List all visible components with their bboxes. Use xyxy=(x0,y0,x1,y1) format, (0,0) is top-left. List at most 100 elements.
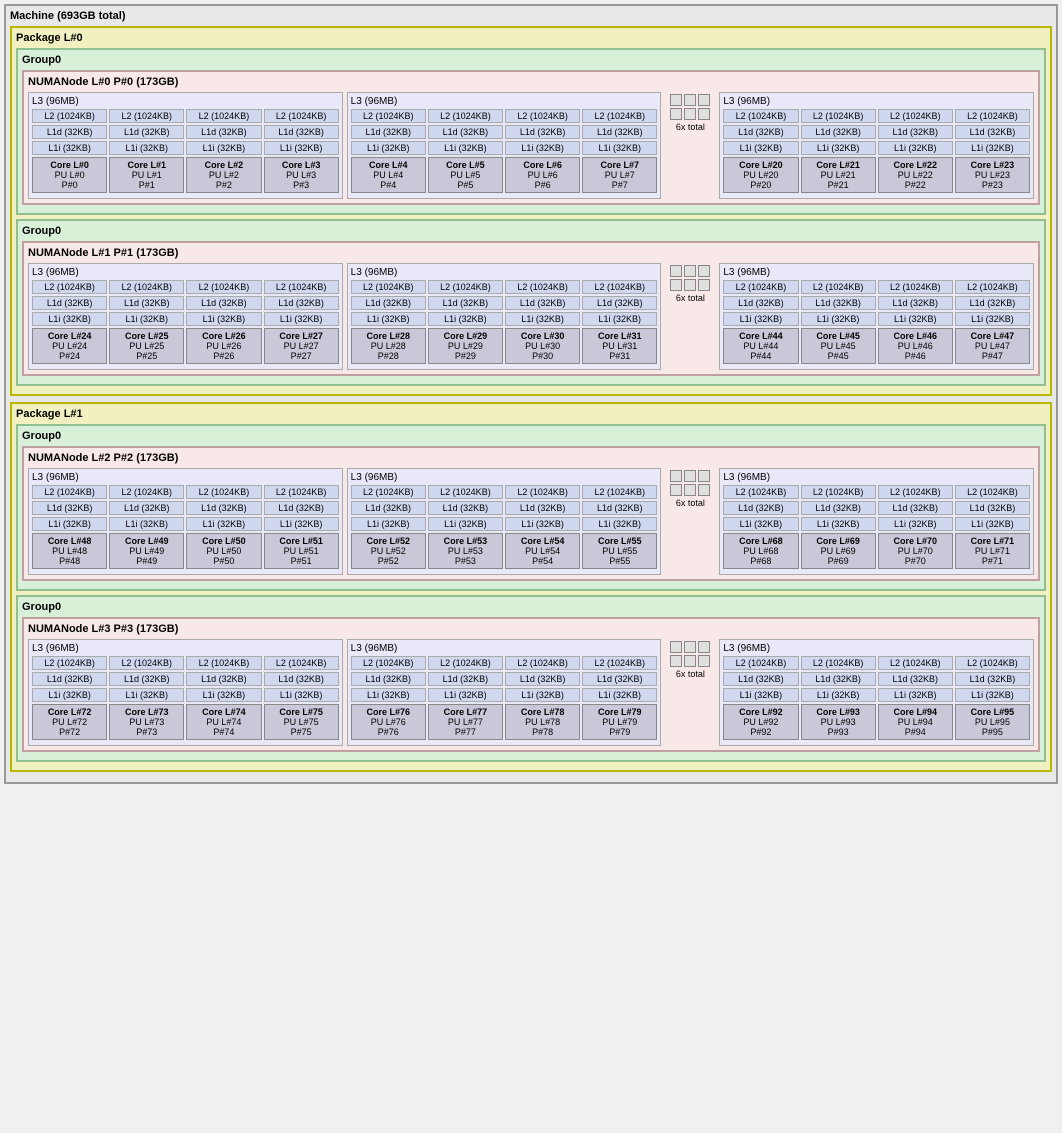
l1d-cache: L1d (32KB) xyxy=(109,672,184,686)
core-box: Core L#7PU L#7P#7 xyxy=(582,157,657,193)
core-box: Core L#31PU L#31P#31 xyxy=(582,328,657,364)
l1i-cache: L1i (32KB) xyxy=(351,517,426,531)
l3-right-0-title: L3 (96MB) xyxy=(723,96,1030,107)
numa-node-3-title: NUMANode L#3 P#3 (173GB) xyxy=(28,623,1034,635)
l1i-cache: L1i (32KB) xyxy=(351,141,426,155)
small-box xyxy=(684,279,696,291)
l2-cache: L2 (1024KB) xyxy=(186,280,261,294)
l1d-cache: L1d (32KB) xyxy=(264,672,339,686)
group-1-1: Group0 NUMANode L#3 P#3 (173GB) L3 (96MB… xyxy=(16,595,1046,762)
l1i-cache: L1i (32KB) xyxy=(186,312,261,326)
l1d-cache: L1d (32KB) xyxy=(264,501,339,515)
l3-left-3-title: L3 (96MB) xyxy=(32,643,339,654)
six-total-label: 6x total xyxy=(676,669,705,679)
l2-cache: L2 (1024KB) xyxy=(801,485,876,499)
numa-node-0-title: NUMANode L#0 P#0 (173GB) xyxy=(28,76,1034,88)
l1i-cache: L1i (32KB) xyxy=(264,688,339,702)
core-box: Core L#72PU L#72P#72 xyxy=(32,704,107,740)
l1i-cache: L1i (32KB) xyxy=(109,312,184,326)
l3-right-2: L3 (96MB) L2 (1024KB) L2 (1024KB) L2 (10… xyxy=(719,468,1034,575)
core-box: Core L#48PU L#48P#48 xyxy=(32,533,107,569)
machine-title: Machine (693GB total) xyxy=(10,10,1052,22)
package-1-title: Package L#1 xyxy=(16,408,1046,420)
l2-cache: L2 (1024KB) xyxy=(723,656,798,670)
l3-mid-1-title: L3 (96MB) xyxy=(351,267,658,278)
l1d-cache: L1d (32KB) xyxy=(505,125,580,139)
l2-cache: L2 (1024KB) xyxy=(351,656,426,670)
l2-cache: L2 (1024KB) xyxy=(109,485,184,499)
core-box: Core L#94PU L#94P#94 xyxy=(878,704,953,740)
small-box xyxy=(684,484,696,496)
l1d-cache: L1d (32KB) xyxy=(351,125,426,139)
package-0-title: Package L#0 xyxy=(16,32,1046,44)
core-box: Core L#2PU L#2P#2 xyxy=(186,157,261,193)
l3-mid-0-title: L3 (96MB) xyxy=(351,96,658,107)
l1i-cache: L1i (32KB) xyxy=(878,517,953,531)
l3-mid-2-title: L3 (96MB) xyxy=(351,472,658,483)
core-box: Core L#27PU L#27P#27 xyxy=(264,328,339,364)
l1i-cache: L1i (32KB) xyxy=(582,141,657,155)
l1d-cache: L1d (32KB) xyxy=(109,125,184,139)
l1i-cache: L1i (32KB) xyxy=(801,517,876,531)
core-box: Core L#44PU L#44P#44 xyxy=(723,328,798,364)
l2-cache: L2 (1024KB) xyxy=(428,109,503,123)
numa-node-2: NUMANode L#2 P#2 (173GB) L3 (96MB) L2 (1… xyxy=(22,446,1040,581)
core-box: Core L#28PU L#28P#28 xyxy=(351,328,426,364)
l1d-cache: L1d (32KB) xyxy=(582,125,657,139)
l2-cache: L2 (1024KB) xyxy=(32,656,107,670)
core-box: Core L#22PU L#22P#22 xyxy=(878,157,953,193)
l1i-cache: L1i (32KB) xyxy=(723,312,798,326)
l2-cache: L2 (1024KB) xyxy=(505,485,580,499)
l2-cache: L2 (1024KB) xyxy=(582,280,657,294)
l2-cache: L2 (1024KB) xyxy=(505,109,580,123)
l3-mid-0: L3 (96MB) L2 (1024KB) L2 (1024KB) L2 (10… xyxy=(347,92,662,199)
core-box: Core L#77PU L#77P#77 xyxy=(428,704,503,740)
l3-left-1: L3 (96MB) L2 (1024KB) L2 (1024KB) L2 (10… xyxy=(28,263,343,370)
l1d-cache: L1d (32KB) xyxy=(186,501,261,515)
l1i-cache: L1i (32KB) xyxy=(109,141,184,155)
core-box: Core L#78PU L#78P#78 xyxy=(505,704,580,740)
group-0-0: Group0 NUMANode L#0 P#0 (173GB) L3 (96MB… xyxy=(16,48,1046,215)
l1i-cache: L1i (32KB) xyxy=(723,688,798,702)
l1d-cache: L1d (32KB) xyxy=(801,125,876,139)
l2-cache: L2 (1024KB) xyxy=(109,109,184,123)
core-box: Core L#6PU L#6P#6 xyxy=(505,157,580,193)
l2-cache: L2 (1024KB) xyxy=(505,656,580,670)
l2-cache: L2 (1024KB) xyxy=(32,109,107,123)
l2-cache: L2 (1024KB) xyxy=(264,485,339,499)
l1i-cache: L1i (32KB) xyxy=(582,688,657,702)
l1d-cache: L1d (32KB) xyxy=(32,296,107,310)
l2-cache: L2 (1024KB) xyxy=(955,656,1030,670)
numa-node-2-title: NUMANode L#2 P#2 (173GB) xyxy=(28,452,1034,464)
core-box: Core L#47PU L#47P#47 xyxy=(955,328,1030,364)
core-box: Core L#68PU L#68P#68 xyxy=(723,533,798,569)
core-box: Core L#92PU L#92P#92 xyxy=(723,704,798,740)
six-boxes xyxy=(670,641,710,667)
l1d-cache: L1d (32KB) xyxy=(723,125,798,139)
l2-cache: L2 (1024KB) xyxy=(878,485,953,499)
small-box xyxy=(698,484,710,496)
l1d-cache: L1d (32KB) xyxy=(878,501,953,515)
l1i-cache: L1i (32KB) xyxy=(264,517,339,531)
core-box: Core L#20PU L#20P#20 xyxy=(723,157,798,193)
core-box: Core L#52PU L#52P#52 xyxy=(351,533,426,569)
core-box: Core L#70PU L#70P#70 xyxy=(878,533,953,569)
l2-cache: L2 (1024KB) xyxy=(264,109,339,123)
l3-mid-3: L3 (96MB) L2 (1024KB) L2 (1024KB) L2 (10… xyxy=(347,639,662,746)
small-box xyxy=(670,641,682,653)
l2-cache: L2 (1024KB) xyxy=(428,280,503,294)
l1d-cache: L1d (32KB) xyxy=(801,501,876,515)
small-box xyxy=(670,470,682,482)
l1i-cache: L1i (32KB) xyxy=(351,688,426,702)
l3-right-0: L3 (96MB) L2 (1024KB) L2 (1024KB) L2 (10… xyxy=(719,92,1034,199)
l2-cache: L2 (1024KB) xyxy=(878,280,953,294)
l3-right-1-title: L3 (96MB) xyxy=(723,267,1030,278)
l1d-cache: L1d (32KB) xyxy=(428,125,503,139)
l1i-cache: L1i (32KB) xyxy=(801,312,876,326)
l1d-cache: L1d (32KB) xyxy=(955,125,1030,139)
l2-cache: L2 (1024KB) xyxy=(955,485,1030,499)
l1i-cache: L1i (32KB) xyxy=(351,312,426,326)
group-1-1-title: Group0 xyxy=(22,601,1040,613)
l2-cache: L2 (1024KB) xyxy=(878,109,953,123)
l1i-cache: L1i (32KB) xyxy=(955,141,1030,155)
